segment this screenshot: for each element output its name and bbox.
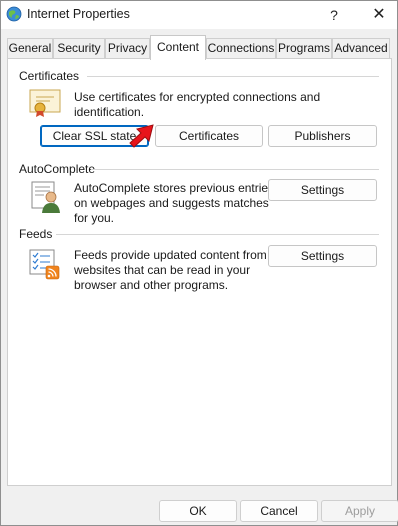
- feeds-rss-icon: [29, 249, 60, 280]
- internet-properties-window: Internet Properties ? ✕ General Security…: [0, 0, 398, 526]
- feeds-group-title: Feeds: [19, 227, 57, 241]
- cancel-button[interactable]: Cancel: [240, 500, 318, 522]
- ok-button[interactable]: OK: [159, 500, 237, 522]
- tab-connections[interactable]: Connections: [206, 38, 276, 58]
- feeds-description-line-1: Feeds provide updated content from: [74, 248, 267, 262]
- feeds-settings-button[interactable]: Settings: [268, 245, 377, 267]
- autocomplete-user-form-icon: [31, 181, 60, 213]
- autocomplete-description-line-2: on webpages and suggests matches: [74, 196, 269, 210]
- certificate-icon: [29, 89, 61, 117]
- help-button[interactable]: ?: [323, 5, 345, 25]
- tab-content[interactable]: Content: [150, 35, 206, 60]
- certificates-divider: [87, 76, 379, 77]
- tab-security[interactable]: Security: [53, 38, 105, 58]
- feeds-description-line-3: browser and other programs.: [74, 278, 229, 292]
- autocomplete-description-line-3: for you.: [74, 211, 115, 225]
- autocomplete-group-title: AutoComplete: [19, 162, 100, 176]
- title-bar: Internet Properties ? ✕: [1, 1, 397, 29]
- certificates-button[interactable]: Certificates: [155, 125, 263, 147]
- close-button[interactable]: ✕: [367, 4, 391, 26]
- tab-programs[interactable]: Programs: [276, 38, 332, 58]
- internet-globe-icon: [6, 6, 22, 22]
- publishers-button[interactable]: Publishers: [268, 125, 377, 147]
- window-title: Internet Properties: [27, 7, 130, 21]
- autocomplete-divider: [91, 169, 379, 170]
- autocomplete-settings-button[interactable]: Settings: [268, 179, 377, 201]
- annotation-arrow-icon: [129, 124, 154, 148]
- tab-advanced[interactable]: Advanced: [332, 38, 390, 58]
- feeds-description-line-2: websites that can be read in your: [74, 263, 251, 277]
- certificates-description: Use certificates for encrypted connectio…: [74, 90, 321, 119]
- autocomplete-description-line-1: AutoComplete stores previous entries: [74, 181, 275, 195]
- feeds-divider: [56, 234, 379, 235]
- tab-privacy[interactable]: Privacy: [105, 38, 150, 58]
- apply-button[interactable]: Apply: [321, 500, 398, 522]
- content-tab-panel: Certificates Use certificates for encryp…: [7, 58, 392, 486]
- certificates-group-title: Certificates: [19, 69, 84, 83]
- tab-general[interactable]: General: [7, 38, 53, 58]
